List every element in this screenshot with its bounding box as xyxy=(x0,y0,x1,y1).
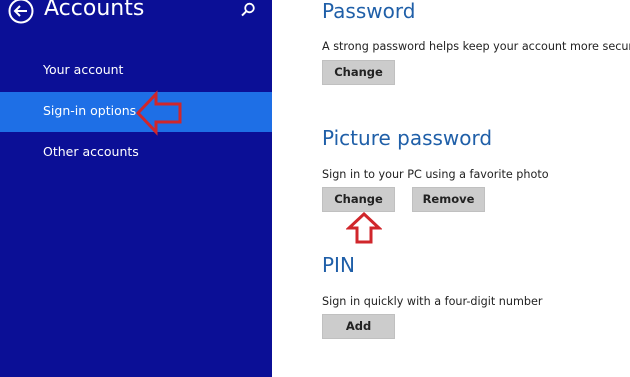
back-arrow-circle-icon xyxy=(8,0,34,24)
sidebar-item-label: Your account xyxy=(43,62,124,77)
sidebar-title: Accounts xyxy=(44,0,145,21)
sidebar: Accounts Your account Sign-in options Ot… xyxy=(0,0,272,377)
search-icon xyxy=(241,2,255,17)
password-description: A strong password helps keep your accoun… xyxy=(322,40,630,53)
red-left-arrow-icon xyxy=(135,90,182,136)
sidebar-item-your-account[interactable]: Your account xyxy=(0,51,272,91)
back-button[interactable] xyxy=(8,0,34,24)
password-change-button[interactable]: Change xyxy=(322,60,395,85)
password-heading: Password xyxy=(322,0,416,23)
search-button[interactable] xyxy=(240,2,256,18)
sidebar-item-label: Other accounts xyxy=(43,144,139,159)
pin-heading: PIN xyxy=(322,253,355,277)
picture-password-description: Sign in to your PC using a favorite phot… xyxy=(322,168,549,181)
picture-password-change-button[interactable]: Change xyxy=(322,187,395,212)
pc-settings-window: Accounts Your account Sign-in options Ot… xyxy=(0,0,630,377)
pin-add-button[interactable]: Add xyxy=(322,314,395,339)
main-content: Password A strong password helps keep yo… xyxy=(276,0,630,377)
sidebar-item-label: Sign-in options xyxy=(43,103,137,118)
red-up-arrow-icon xyxy=(346,212,382,244)
picture-password-remove-button[interactable]: Remove xyxy=(412,187,485,212)
picture-password-heading: Picture password xyxy=(322,126,493,150)
pin-description: Sign in quickly with a four-digit number xyxy=(322,295,543,308)
sidebar-item-other-accounts[interactable]: Other accounts xyxy=(0,133,272,173)
